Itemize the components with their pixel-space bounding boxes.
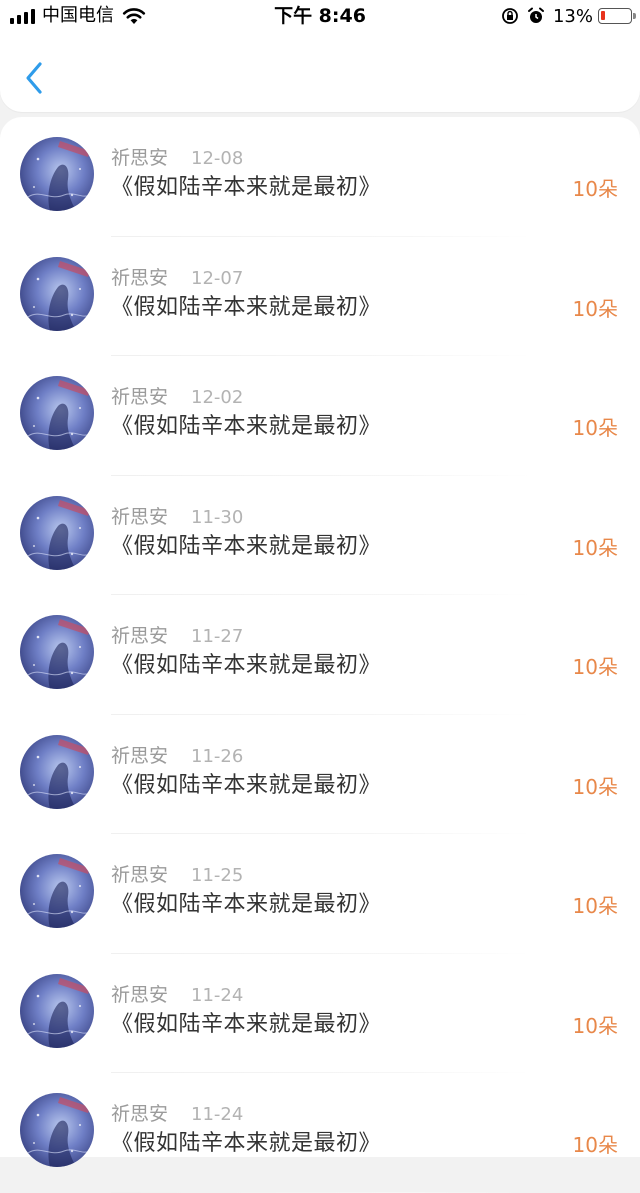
list-item[interactable]: 祈思安 12-08 《假如陆辛本来就是最初》 10朵: [0, 117, 640, 237]
battery-percent: 13%: [552, 5, 593, 27]
list-item[interactable]: 祈思安 11-27 《假如陆辛本来就是最初》 10朵: [0, 595, 640, 715]
orientation-lock-icon: [502, 8, 518, 24]
record-date: 12-08: [191, 148, 244, 169]
gift-amount: 10朵: [572, 535, 618, 560]
avatar-image: [20, 1093, 94, 1167]
record-date: 11-27: [191, 626, 244, 647]
avatar-image: [20, 495, 94, 570]
sender-name: 祈思安: [111, 505, 169, 528]
sender-name: 祈思安: [111, 983, 169, 1006]
battery-icon: [598, 8, 636, 24]
avatar[interactable]: [20, 854, 94, 928]
book-title: 《假如陆辛本来就是最初》: [111, 294, 382, 320]
record-date: 12-07: [191, 267, 244, 289]
sender-name: 祈思安: [111, 864, 169, 886]
list-item[interactable]: 祈思安 11-24 《假如陆辛本来就是最初》 10朵: [0, 954, 640, 1073]
record-date: 11-26: [191, 745, 244, 767]
gift-amount: 10朵: [572, 1133, 618, 1157]
back-button[interactable]: [14, 58, 54, 98]
chevron-left-icon: [26, 62, 42, 94]
list-item[interactable]: 祈思安 11-26 《假如陆辛本来就是最初》 10朵: [0, 715, 640, 834]
avatar-image: [20, 376, 94, 450]
gift-amount: 10朵: [572, 774, 618, 799]
avatar[interactable]: [20, 137, 94, 211]
book-title: 《假如陆辛本来就是最初》: [111, 1131, 382, 1156]
sender-name: 祈思安: [111, 386, 169, 408]
sender-name: 祈思安: [111, 1103, 169, 1125]
nav-bar: [0, 32, 640, 112]
book-title: 《假如陆辛本来就是最初》: [111, 175, 382, 200]
list-item[interactable]: 祈思安 11-24 《假如陆辛本来就是最初》 10朵: [0, 1073, 640, 1193]
sender-name: 祈思安: [111, 625, 169, 647]
avatar[interactable]: [20, 495, 94, 570]
avatar[interactable]: [20, 615, 94, 689]
record-date: 12-02: [191, 387, 244, 408]
list-item[interactable]: 祈思安 11-25 《假如陆辛本来就是最初》 10朵: [0, 834, 640, 954]
book-title: 《假如陆辛本来就是最初》: [111, 1011, 382, 1037]
gift-amount: 10朵: [572, 177, 618, 201]
list-item[interactable]: 祈思安 12-07 《假如陆辛本来就是最初》 10朵: [0, 237, 640, 356]
gift-amount: 10朵: [572, 655, 618, 679]
book-title: 《假如陆辛本来就是最初》: [111, 772, 382, 798]
divider: [111, 1191, 531, 1193]
gift-amount: 10朵: [572, 894, 618, 918]
avatar[interactable]: [20, 376, 94, 450]
record-date: 11-25: [191, 865, 244, 886]
status-right: 13%: [501, 4, 636, 28]
gift-amount: 10朵: [572, 416, 618, 440]
avatar-image: [20, 854, 94, 928]
sender-name: 祈思安: [111, 266, 169, 289]
record-date: 11-24: [191, 984, 244, 1006]
gift-amount: 10朵: [572, 1013, 618, 1038]
book-title: 《假如陆辛本来就是最初》: [111, 533, 382, 559]
avatar-image: [20, 734, 94, 809]
record-list: 祈思安 12-08 《假如陆辛本来就是最初》 10朵 祈思安 12-07 《假如…: [0, 117, 640, 1193]
sender-name: 祈思安: [111, 147, 169, 169]
status-bar: 中国电信 下午 8:46 13%: [0, 0, 640, 32]
record-date: 11-30: [191, 506, 244, 528]
book-title: 《假如陆辛本来就是最初》: [111, 892, 382, 917]
record-date: 11-24: [191, 1104, 244, 1125]
avatar-image: [20, 256, 94, 331]
avatar-image: [20, 615, 94, 689]
alarm-icon: [527, 7, 544, 23]
gift-amount: 10朵: [572, 296, 618, 321]
book-title: 《假如陆辛本来就是最初》: [111, 653, 382, 678]
avatar[interactable]: [20, 1093, 94, 1167]
avatar[interactable]: [20, 734, 94, 809]
list-item[interactable]: 祈思安 11-30 《假如陆辛本来就是最初》 10朵: [0, 476, 640, 595]
avatar[interactable]: [20, 256, 94, 331]
sender-name: 祈思安: [111, 744, 169, 767]
avatar-image: [20, 137, 94, 211]
avatar-image: [20, 973, 94, 1048]
list-item[interactable]: 祈思安 12-02 《假如陆辛本来就是最初》 10朵: [0, 356, 640, 476]
book-title: 《假如陆辛本来就是最初》: [111, 414, 382, 439]
avatar[interactable]: [20, 973, 94, 1048]
